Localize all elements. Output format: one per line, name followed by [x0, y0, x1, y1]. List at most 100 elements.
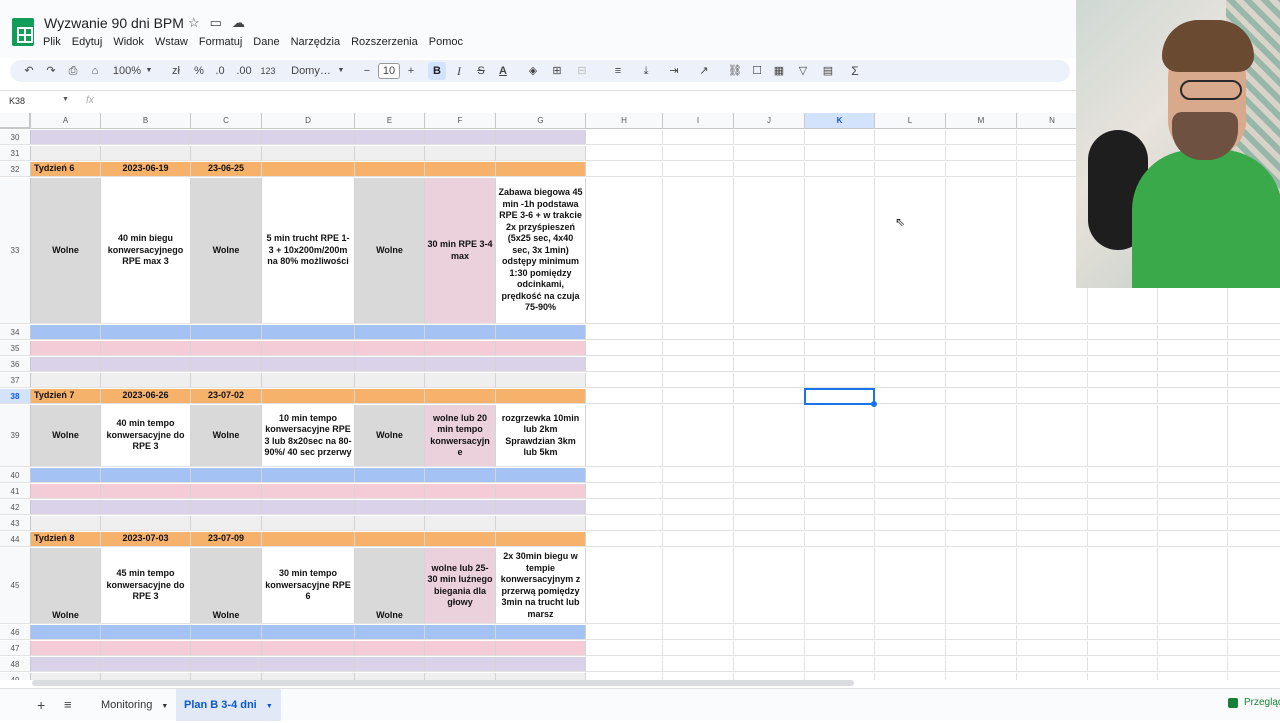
empty-cell[interactable] [663, 162, 734, 176]
empty-cell[interactable] [875, 405, 946, 466]
empty-cell[interactable] [1228, 468, 1280, 482]
empty-cell[interactable] [875, 341, 946, 355]
cell-c34[interactable] [191, 325, 262, 339]
select-all-corner[interactable] [0, 113, 31, 129]
cell-g30[interactable] [496, 130, 586, 144]
cell-d48[interactable] [262, 657, 355, 671]
empty-cell[interactable] [1017, 357, 1088, 371]
empty-cell[interactable] [1228, 341, 1280, 355]
empty-cell[interactable] [1228, 357, 1280, 371]
empty-cell[interactable] [1088, 532, 1158, 546]
empty-cell[interactable] [1088, 484, 1158, 498]
cell-a48[interactable] [31, 657, 101, 671]
cell-b38[interactable]: 2023-06-26 [101, 389, 191, 403]
empty-cell[interactable] [946, 405, 1017, 466]
text-wrapping-icon[interactable]: ⇥ [664, 60, 684, 82]
empty-cell[interactable] [663, 500, 734, 514]
empty-cell[interactable] [734, 405, 805, 466]
vertical-align-icon[interactable]: ⤓ [636, 60, 656, 82]
cell-d41[interactable] [262, 484, 355, 498]
cell-b49[interactable] [101, 673, 191, 680]
cell-d35[interactable] [262, 341, 355, 355]
cell-g32[interactable] [496, 162, 586, 176]
empty-cell[interactable] [946, 162, 1017, 176]
empty-cell[interactable] [1017, 389, 1088, 403]
menu-format[interactable]: Formatuj [199, 36, 242, 48]
number-format-button[interactable]: 123 [258, 60, 278, 82]
chevron-down-icon[interactable]: ▼ [144, 60, 154, 82]
empty-cell[interactable] [1158, 673, 1228, 680]
cell-e33[interactable]: Wolne [355, 178, 425, 323]
cell-c44[interactable]: 23-07-09 [191, 532, 262, 546]
empty-cell[interactable] [1088, 325, 1158, 339]
cell-g31[interactable] [496, 146, 586, 160]
column-header-d[interactable]: D [262, 113, 355, 129]
cell-g37[interactable] [496, 373, 586, 387]
column-header-j[interactable]: J [734, 113, 805, 129]
cell-f43[interactable] [425, 516, 496, 530]
empty-cell[interactable] [734, 673, 805, 680]
empty-cell[interactable] [1158, 516, 1228, 530]
chevron-down-icon[interactable]: ▼ [62, 96, 69, 103]
explore-button[interactable]: Przegląd [1228, 697, 1280, 708]
all-sheets-icon[interactable]: ≡ [64, 697, 72, 712]
empty-cell[interactable] [1088, 341, 1158, 355]
empty-cell[interactable] [805, 673, 875, 680]
empty-cell[interactable] [586, 468, 663, 482]
cell-d42[interactable] [262, 500, 355, 514]
move-folder-icon[interactable]: ▭ [210, 15, 222, 31]
cell-g36[interactable] [496, 357, 586, 371]
cell-c32[interactable]: 23-06-25 [191, 162, 262, 176]
insert-comment-icon[interactable]: ☐ [750, 60, 764, 82]
empty-cell[interactable] [1158, 341, 1228, 355]
column-header-k[interactable]: K [805, 113, 875, 129]
empty-cell[interactable] [1088, 625, 1158, 639]
filter-icon[interactable]: ▽ [796, 60, 810, 82]
cell-a31[interactable] [31, 146, 101, 160]
empty-cell[interactable] [586, 178, 663, 323]
empty-cell[interactable] [663, 548, 734, 623]
cell-d34[interactable] [262, 325, 355, 339]
empty-cell[interactable] [1088, 500, 1158, 514]
empty-cell[interactable] [586, 162, 663, 176]
cell-c36[interactable] [191, 357, 262, 371]
cell-e35[interactable] [355, 341, 425, 355]
cell-e34[interactable] [355, 325, 425, 339]
cell-a36[interactable] [31, 357, 101, 371]
cell-g42[interactable] [496, 500, 586, 514]
empty-cell[interactable] [1088, 373, 1158, 387]
empty-cell[interactable] [734, 146, 805, 160]
cell-g41[interactable] [496, 484, 586, 498]
cell-g40[interactable] [496, 468, 586, 482]
filter-views-icon[interactable]: ▤ [816, 60, 840, 82]
empty-cell[interactable] [875, 178, 946, 323]
cell-b42[interactable] [101, 500, 191, 514]
cell-e43[interactable] [355, 516, 425, 530]
row-header-47[interactable]: 47 [0, 641, 31, 655]
redo-icon[interactable]: ↷ [44, 60, 58, 82]
empty-cell[interactable] [946, 468, 1017, 482]
empty-cell[interactable] [805, 468, 875, 482]
cell-a33[interactable]: Wolne [31, 178, 101, 323]
menu-edit[interactable]: Edytuj [72, 36, 103, 48]
empty-cell[interactable] [805, 548, 875, 623]
menu-extensions[interactable]: Rozszerzenia [351, 36, 418, 48]
cell-a43[interactable] [31, 516, 101, 530]
empty-cell[interactable] [1017, 500, 1088, 514]
empty-cell[interactable] [1228, 373, 1280, 387]
insert-chart-icon[interactable]: ▦ [772, 60, 786, 82]
sheet-tab-plan-b[interactable]: Plan B 3-4 dni ▼ [176, 689, 281, 721]
row-header-49[interactable]: 49 [0, 673, 31, 680]
empty-cell[interactable] [1228, 500, 1280, 514]
empty-cell[interactable] [805, 341, 875, 355]
empty-cell[interactable] [734, 130, 805, 144]
empty-cell[interactable] [586, 641, 663, 655]
cell-c38[interactable]: 23-07-02 [191, 389, 262, 403]
row-header-35[interactable]: 35 [0, 341, 31, 355]
cell-c49[interactable] [191, 673, 262, 680]
cell-d38[interactable] [262, 389, 355, 403]
row-header-42[interactable]: 42 [0, 500, 31, 514]
empty-cell[interactable] [875, 625, 946, 639]
cell-g43[interactable] [496, 516, 586, 530]
borders-icon[interactable]: ⊞ [550, 60, 564, 82]
